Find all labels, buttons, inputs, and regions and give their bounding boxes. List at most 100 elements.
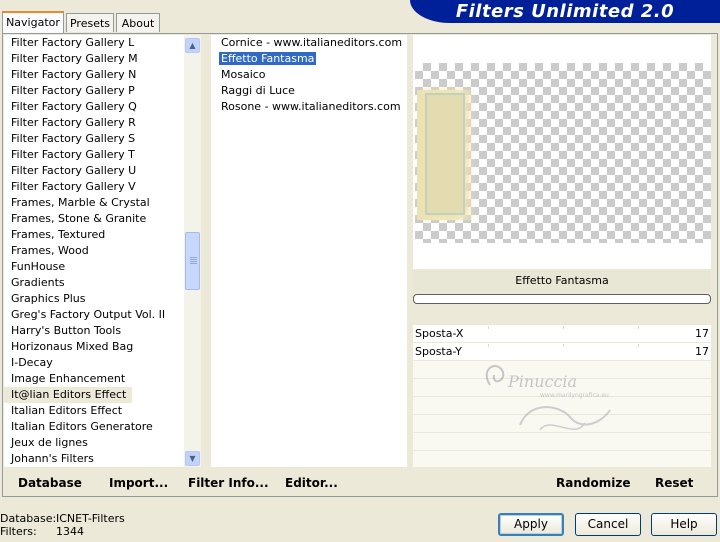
- app-title: Filters Unlimited 2.0: [455, 1, 675, 22]
- chevron-down-icon: ▼: [189, 454, 196, 463]
- database-status-value: ICNET-Filters: [56, 512, 125, 525]
- filters-status-value: 1344: [56, 525, 84, 538]
- filters-status-label: Filters:: [0, 525, 37, 538]
- category-item[interactable]: Filter Factory Gallery R: [4, 115, 184, 131]
- category-item[interactable]: Graphics Plus: [4, 291, 184, 307]
- reset-button[interactable]: Reset: [655, 470, 693, 497]
- category-item[interactable]: I-Decay: [4, 355, 184, 371]
- scroll-thumb[interactable]: [185, 232, 200, 290]
- param-row-empty: [413, 361, 711, 379]
- category-scrollbar[interactable]: ▲ ▼: [184, 35, 201, 467]
- apply-button[interactable]: Apply: [498, 513, 564, 536]
- filter-item-label: Raggi di Luce: [221, 84, 295, 97]
- category-item[interactable]: Frames, Wood: [4, 243, 184, 259]
- category-item-label: Filter Factory Gallery L: [11, 36, 135, 49]
- category-item[interactable]: Filter Factory Gallery Q: [4, 99, 184, 115]
- progress-bar: [413, 294, 711, 304]
- category-list[interactable]: Filter Factory Gallery L Filter Factory G…: [4, 35, 184, 467]
- category-item[interactable]: Filter Factory Gallery S: [4, 131, 184, 147]
- category-item-label: Graphics Plus: [11, 292, 86, 305]
- category-item[interactable]: FunHouse: [4, 259, 184, 275]
- filter-info-button[interactable]: Filter Info...: [188, 470, 269, 497]
- category-item-label: Filter Factory Gallery Q: [11, 100, 137, 113]
- category-item-label: Filter Factory Gallery T: [11, 148, 135, 161]
- category-item[interactable]: It@lian Editors Effect: [4, 387, 184, 403]
- category-item-label: Frames, Stone & Granite: [11, 212, 147, 225]
- param-row-empty: [413, 451, 711, 467]
- category-item-label: Italian Editors Generatore: [11, 420, 153, 433]
- tab-navigator[interactable]: Navigator: [2, 11, 64, 33]
- category-item-label: Frames, Wood: [11, 244, 89, 257]
- randomize-button[interactable]: Randomize: [556, 470, 630, 497]
- filter-item[interactable]: Rosone - www.italianeditors.com: [211, 99, 407, 115]
- category-item[interactable]: Italian Editors Generatore: [4, 419, 184, 435]
- filter-item[interactable]: Mosaico: [211, 67, 407, 83]
- param-name: Sposta-X: [415, 327, 464, 340]
- category-item-label: Filter Factory Gallery N: [11, 68, 137, 81]
- command-bar: Database Import... Filter Info... Editor…: [0, 470, 720, 497]
- database-status-label: Database:: [0, 512, 57, 525]
- tab-about[interactable]: About: [116, 13, 160, 32]
- category-item[interactable]: Image Enhancement: [4, 371, 184, 387]
- category-item-label: Greg's Factory Output Vol. II: [11, 308, 166, 321]
- category-item-label: Image Enhancement: [11, 372, 126, 385]
- chevron-up-icon: ▲: [189, 41, 196, 50]
- filter-item[interactable]: Effetto Fantasma: [211, 51, 407, 67]
- category-item[interactable]: Frames, Marble & Crystal: [4, 195, 184, 211]
- category-item[interactable]: Filter Factory Gallery P: [4, 83, 184, 99]
- category-item-label: Filter Factory Gallery M: [11, 52, 138, 65]
- filter-item-label: Cornice - www.italianeditors.com: [221, 36, 403, 49]
- param-row-sposta-y[interactable]: Sposta-Y 17: [413, 343, 711, 361]
- tab-presets[interactable]: Presets: [66, 13, 114, 32]
- category-item[interactable]: Johann's Filters: [4, 451, 184, 467]
- category-item[interactable]: Filter Factory Gallery T: [4, 147, 184, 163]
- param-row-empty: [413, 397, 711, 415]
- category-item[interactable]: Filter Factory Gallery U: [4, 163, 184, 179]
- param-value: 17: [695, 327, 709, 340]
- filter-item-label: Mosaico: [221, 68, 266, 81]
- category-item-label: It@lian Editors Effect: [4, 387, 133, 403]
- category-item[interactable]: Frames, Stone & Granite: [4, 211, 184, 227]
- category-item-label: Gradients: [11, 276, 65, 289]
- parameter-panel[interactable]: Sposta-X 17 Sposta-Y 17: [413, 325, 711, 467]
- database-button[interactable]: Database: [18, 470, 82, 497]
- selected-filter-label: Effetto Fantasma: [413, 270, 711, 292]
- category-item[interactable]: Frames, Textured: [4, 227, 184, 243]
- preview-area: [413, 35, 711, 269]
- filter-item[interactable]: Cornice - www.italianeditors.com: [211, 35, 407, 51]
- category-item[interactable]: Horizonaus Mixed Bag: [4, 339, 184, 355]
- param-row-empty: [413, 433, 711, 451]
- scroll-down-button[interactable]: ▼: [185, 451, 200, 466]
- preview-frame: [425, 93, 465, 215]
- category-item-label: I-Decay: [11, 356, 53, 369]
- category-item-label: Italian Editors Effect: [11, 404, 123, 417]
- category-item[interactable]: Filter Factory Gallery L: [4, 35, 184, 51]
- category-item[interactable]: Italian Editors Effect: [4, 403, 184, 419]
- help-button[interactable]: Help: [651, 513, 717, 536]
- category-item[interactable]: Filter Factory Gallery V: [4, 179, 184, 195]
- param-row-sposta-x[interactable]: Sposta-X 17: [413, 325, 711, 343]
- category-item[interactable]: Filter Factory Gallery N: [4, 67, 184, 83]
- category-item-label: FunHouse: [11, 260, 66, 273]
- import-button[interactable]: Import...: [109, 470, 168, 497]
- category-item-label: Frames, Textured: [11, 228, 106, 241]
- category-item-label: Jeux de lignes: [11, 436, 88, 449]
- param-value: 17: [695, 345, 709, 358]
- editor-button[interactable]: Editor...: [285, 470, 338, 497]
- filter-item-label: Rosone - www.italianeditors.com: [221, 100, 401, 113]
- cancel-button[interactable]: Cancel: [575, 513, 641, 536]
- category-item[interactable]: Filter Factory Gallery M: [4, 51, 184, 67]
- param-name: Sposta-Y: [415, 345, 462, 358]
- category-item-label: Horizonaus Mixed Bag: [11, 340, 134, 353]
- category-item-label: Filter Factory Gallery P: [11, 84, 135, 97]
- category-item-label: Johann's Filters: [11, 452, 94, 465]
- category-item[interactable]: Jeux de lignes: [4, 435, 184, 451]
- category-item[interactable]: Greg's Factory Output Vol. II: [4, 307, 184, 323]
- category-item-label: Filter Factory Gallery S: [11, 132, 136, 145]
- category-item-label: Filter Factory Gallery V: [11, 180, 136, 193]
- scroll-up-button[interactable]: ▲: [185, 38, 200, 53]
- category-item[interactable]: Harry's Button Tools: [4, 323, 184, 339]
- filter-item[interactable]: Raggi di Luce: [211, 83, 407, 99]
- category-item[interactable]: Gradients: [4, 275, 184, 291]
- filter-list[interactable]: Cornice - www.italianeditors.com Effetto …: [211, 35, 407, 467]
